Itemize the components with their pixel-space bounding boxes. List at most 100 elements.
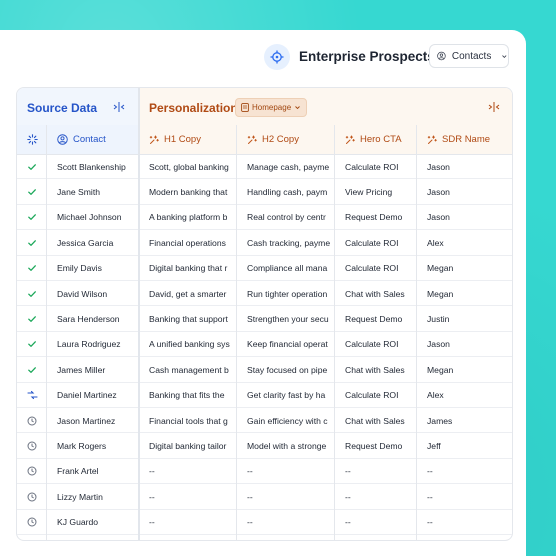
- table-row[interactable]: Laura Rodriguez A unified banking sys Keep…: [17, 332, 512, 358]
- homepage-dropdown[interactable]: Homepage: [235, 98, 308, 117]
- h1-copy-cell[interactable]: Financial tools that g: [139, 408, 236, 433]
- hero-cta-cell[interactable]: Calculate ROI: [335, 256, 416, 281]
- hero-cta-cell[interactable]: Chat with Sales: [335, 281, 416, 306]
- column-header[interactable]: H2 Copy: [237, 125, 335, 154]
- collapse-icon[interactable]: [113, 102, 125, 112]
- sdr-name-cell[interactable]: James: [417, 408, 512, 433]
- h1-copy-cell[interactable]: Scott, global banking: [139, 154, 236, 179]
- contact-cell[interactable]: Emily Davis: [47, 256, 138, 281]
- hero-cta-cell[interactable]: Calculate ROI: [335, 383, 416, 408]
- contact-cell[interactable]: Sara Henderson: [47, 306, 138, 331]
- contacts-dropdown[interactable]: Contacts: [429, 44, 509, 68]
- contact-cell[interactable]: Michael Johnson: [47, 205, 138, 230]
- h2-copy-cell[interactable]: Compliance all mana: [237, 256, 334, 281]
- h1-copy-cell[interactable]: A banking platform b: [139, 205, 236, 230]
- hero-cta-cell[interactable]: Calculate ROI: [335, 154, 416, 179]
- h2-copy-cell[interactable]: --: [237, 459, 334, 484]
- h1-copy-cell[interactable]: Financial operations: [139, 230, 236, 255]
- table-row[interactable]: Frank Artel -- -- -- --: [17, 459, 512, 485]
- hero-cta-cell[interactable]: Calculate ROI: [335, 230, 416, 255]
- contact-cell[interactable]: Jessica Garcia: [47, 230, 138, 255]
- h1-copy-cell[interactable]: Modern banking that: [139, 179, 236, 204]
- h1-copy-cell[interactable]: Banking that fits the: [139, 383, 236, 408]
- table-row[interactable]: Jason Martinez Financial tools that g Gain…: [17, 408, 512, 434]
- contact-cell[interactable]: Jane Smith: [47, 179, 138, 204]
- check-icon: [28, 214, 36, 221]
- h2-copy-cell[interactable]: Get clarity fast by ha: [237, 383, 334, 408]
- sdr-name-cell[interactable]: Alex: [417, 230, 512, 255]
- h1-copy-cell[interactable]: Digital banking tailor: [139, 433, 236, 458]
- table-row[interactable]: KJ Guardo -- -- -- --: [17, 510, 512, 535]
- h1-copy-cell[interactable]: David, get a smarter: [139, 281, 236, 306]
- table-row[interactable]: Jessica Garcia Financial operations Cash t…: [17, 230, 512, 256]
- sdr-name-cell[interactable]: Jason: [417, 154, 512, 179]
- sdr-name-cell[interactable]: Justin: [417, 306, 512, 331]
- sdr-name-cell[interactable]: Megan: [417, 357, 512, 382]
- hero-cta-cell[interactable]: --: [335, 459, 416, 484]
- h2-copy-cell[interactable]: Real control by centr: [237, 205, 334, 230]
- h2-copy-cell[interactable]: --: [237, 510, 334, 535]
- h2-copy-cell[interactable]: Keep financial operat: [237, 332, 334, 357]
- h2-copy-cell[interactable]: --: [237, 484, 334, 509]
- h2-copy-cell[interactable]: Manage cash, payme: [237, 154, 334, 179]
- contact-cell[interactable]: Frank Artel: [47, 459, 138, 484]
- h2-copy-cell[interactable]: Cash tracking, payme: [237, 230, 334, 255]
- sdr-name-cell[interactable]: Jason: [417, 179, 512, 204]
- h2-copy-cell[interactable]: Stay focused on pipe: [237, 357, 334, 382]
- table-row[interactable]: Mark Rogers Digital banking tailor Model w…: [17, 433, 512, 459]
- sdr-name-cell[interactable]: Jason: [417, 332, 512, 357]
- hero-cta-cell[interactable]: Request Demo: [335, 205, 416, 230]
- sdr-name-cell[interactable]: Megan: [417, 256, 512, 281]
- contact-cell[interactable]: Lizzy Martin: [47, 484, 138, 509]
- column-header[interactable]: SDR Name: [417, 125, 512, 154]
- h1-copy-cell[interactable]: Digital banking that r: [139, 256, 236, 281]
- contact-cell[interactable]: James Miller: [47, 357, 138, 382]
- h2-copy-cell[interactable]: Gain efficiency with c: [237, 408, 334, 433]
- contact-cell[interactable]: Jason Martinez: [47, 408, 138, 433]
- table-row[interactable]: Emily Davis Digital banking that r Complia…: [17, 256, 512, 281]
- contact-cell[interactable]: Laura Rodriguez: [47, 332, 138, 357]
- sdr-name-cell[interactable]: --: [417, 459, 512, 484]
- sdr-name-cell[interactable]: --: [417, 484, 512, 509]
- h1-copy-cell[interactable]: A unified banking sys: [139, 332, 236, 357]
- table-row[interactable]: Michael Johnson A banking platform b Real …: [17, 205, 512, 231]
- h2-copy-cell[interactable]: Strengthen your secu: [237, 306, 334, 331]
- sdr-name-cell[interactable]: Jason: [417, 205, 512, 230]
- column-header[interactable]: H1 Copy: [139, 125, 237, 154]
- sdr-name-cell[interactable]: Jeff: [417, 433, 512, 458]
- h1-copy-cell[interactable]: Cash management b: [139, 357, 236, 382]
- h2-copy-cell[interactable]: Model with a stronge: [237, 433, 334, 458]
- table-row[interactable]: Daniel Martinez Banking that fits the Get …: [17, 383, 512, 408]
- contact-column-header[interactable]: Contact: [47, 125, 139, 154]
- table-row[interactable]: James Miller Cash management b Stay focuse…: [17, 357, 512, 383]
- h2-copy-cell[interactable]: Run tighter operation: [237, 281, 334, 306]
- contact-cell[interactable]: Daniel Martinez: [47, 383, 138, 408]
- h1-copy-cell[interactable]: --: [139, 484, 236, 509]
- table-row[interactable]: Lizzy Martin -- -- -- --: [17, 484, 512, 510]
- h1-copy-cell[interactable]: --: [139, 510, 236, 535]
- hero-cta-cell[interactable]: Chat with Sales: [335, 408, 416, 433]
- contact-cell[interactable]: David Wilson: [47, 281, 138, 306]
- column-header[interactable]: Hero CTA: [335, 125, 417, 154]
- h1-copy-cell[interactable]: --: [139, 459, 236, 484]
- contact-cell[interactable]: Mark Rogers: [47, 433, 138, 458]
- table-row[interactable]: Scott Blankenship Scott, global banking Ma…: [17, 154, 512, 180]
- sdr-name-cell[interactable]: --: [417, 510, 512, 535]
- contact-cell[interactable]: Scott Blankenship: [47, 154, 138, 179]
- hero-cta-cell[interactable]: --: [335, 484, 416, 509]
- table-row[interactable]: Sara Henderson Banking that support Streng…: [17, 306, 512, 332]
- h1-copy-cell[interactable]: Banking that support: [139, 306, 236, 331]
- table-row[interactable]: David Wilson David, get a smarter Run tigh…: [17, 281, 512, 307]
- hero-cta-cell[interactable]: Chat with Sales: [335, 357, 416, 382]
- h2-copy-cell[interactable]: Handling cash, paym: [237, 179, 334, 204]
- contact-cell[interactable]: KJ Guardo: [47, 510, 138, 535]
- collapse-icon[interactable]: [488, 102, 500, 112]
- hero-cta-cell[interactable]: Request Demo: [335, 433, 416, 458]
- sdr-name-cell[interactable]: Alex: [417, 383, 512, 408]
- hero-cta-cell[interactable]: --: [335, 510, 416, 535]
- table-row[interactable]: Jane Smith Modern banking that Handling ca…: [17, 179, 512, 205]
- hero-cta-cell[interactable]: Request Demo: [335, 306, 416, 331]
- hero-cta-cell[interactable]: Calculate ROI: [335, 332, 416, 357]
- hero-cta-cell[interactable]: View Pricing: [335, 179, 416, 204]
- sdr-name-cell[interactable]: Megan: [417, 281, 512, 306]
